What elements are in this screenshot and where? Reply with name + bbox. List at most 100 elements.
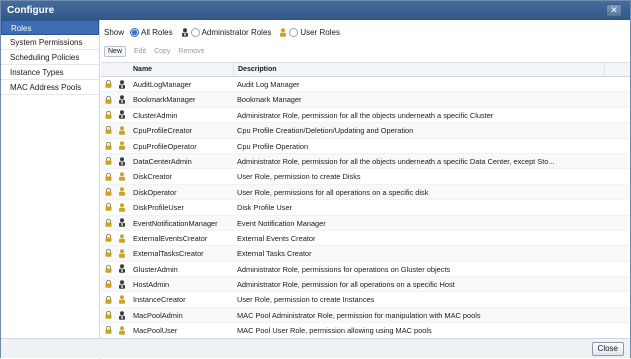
edit-button[interactable]: Edit <box>134 48 146 55</box>
close-icon[interactable]: ✕ <box>606 4 622 17</box>
table-row[interactable]: ClusterAdmin Administrator Role, permissi… <box>101 108 630 124</box>
row-extra-cell <box>604 169 630 183</box>
table-row[interactable]: CpuProfileOperator Cpu Profile Operation <box>101 139 630 154</box>
role-name: ClusterAdmin <box>133 110 178 120</box>
close-button[interactable]: Close <box>591 342 624 356</box>
table-body: AuditLogManager Audit Log Manager Bookmark… <box>101 77 630 338</box>
role-description: External Tasks Creator <box>237 249 312 259</box>
user-role-icon <box>115 292 129 306</box>
lock-icon <box>101 308 115 322</box>
row-extra-cell <box>604 231 630 245</box>
new-button[interactable]: New <box>104 45 127 57</box>
table-row[interactable]: EventNotificationManager Event Notificati… <box>101 215 630 231</box>
lock-icon <box>101 231 115 245</box>
table-row[interactable]: InstanceCreator User Role, permission to … <box>101 292 630 308</box>
description-column-header[interactable]: Description <box>233 63 604 76</box>
user-roles-radio[interactable] <box>289 27 299 37</box>
row-extra-cell <box>604 200 630 214</box>
role-description: External Events Creator <box>237 233 316 243</box>
role-name: EventNotificationManager <box>133 218 218 228</box>
role-description: MAC Pool User Role, permission allowing … <box>237 326 432 336</box>
role-name: BookmarkManager <box>133 95 196 105</box>
name-column-header[interactable]: Name <box>129 63 233 76</box>
role-description: Event Notification Manager <box>237 218 326 228</box>
admin-role-icon <box>115 154 129 168</box>
admin-role-icon <box>115 108 129 122</box>
all-roles-label[interactable]: All Roles <box>141 28 173 37</box>
user-role-icon <box>115 231 129 245</box>
role-name: CpuProfileOperator <box>133 141 197 151</box>
role-description: Bookmark Manager <box>237 95 302 105</box>
role-name: DiskOperator <box>133 187 177 197</box>
remove-button[interactable]: Remove <box>178 48 204 55</box>
lock-icon <box>101 108 115 122</box>
configure-dialog: Configure ✕ Roles System Permissions Sch… <box>0 0 631 359</box>
row-extra-cell <box>604 246 630 260</box>
role-description: Administrator Role, permissions for oper… <box>237 264 451 274</box>
table-row[interactable]: MacPoolUser MAC Pool User Role, permissio… <box>101 323 630 338</box>
roles-table: Name Description AuditLogManager Audit Lo… <box>101 62 630 338</box>
admin-roles-label[interactable]: Administrator Roles <box>202 28 272 37</box>
table-row[interactable]: ExternalEventsCreator External Events Cre… <box>101 231 630 247</box>
sidebar-item-mac-address-pools[interactable]: MAC Address Pools <box>1 80 99 95</box>
show-label: Show <box>104 27 125 37</box>
role-description: User Role, permission to create Instance… <box>237 295 375 305</box>
lock-icon <box>101 277 115 291</box>
row-extra-cell <box>604 77 630 91</box>
role-name: ExternalEventsCreator <box>133 233 208 243</box>
dialog-footer: Close <box>1 338 630 358</box>
row-extra-cell <box>604 292 630 306</box>
table-row[interactable]: CpuProfileCreator Cpu Profile Creation/De… <box>101 123 630 139</box>
table-row[interactable]: MacPoolAdmin MAC Pool Administrator Role,… <box>101 307 630 324</box>
lock-icon <box>101 262 115 276</box>
role-description: Cpu Profile Operation <box>237 141 309 151</box>
table-header: Name Description <box>101 63 630 77</box>
table-row[interactable]: DiskCreator User Role, permission to crea… <box>101 169 630 185</box>
table-row[interactable]: ExternalTasksCreator External Tasks Creat… <box>101 246 630 262</box>
row-extra-cell <box>604 323 630 337</box>
table-row[interactable]: BookmarkManager Bookmark Manager <box>101 92 630 108</box>
user-role-icon <box>115 246 129 260</box>
row-extra-cell <box>604 277 630 291</box>
table-row[interactable]: DiskProfileUser Disk Profile User <box>101 200 630 216</box>
user-role-icon <box>115 185 129 199</box>
user-role-icon <box>115 323 129 337</box>
row-extra-cell <box>604 108 630 122</box>
table-row[interactable]: DataCenterAdmin Administrator Role, permi… <box>101 153 630 170</box>
user-roles-label[interactable]: User Roles <box>300 28 340 37</box>
sidebar-item-scheduling-policies[interactable]: Scheduling Policies <box>1 50 99 65</box>
lock-column-header <box>101 63 115 76</box>
role-name: MacPoolUser <box>133 326 178 336</box>
table-row[interactable]: GlusterAdmin Administrator Role, permissi… <box>101 262 630 278</box>
role-name: CpuProfileCreator <box>133 126 193 136</box>
row-extra-cell <box>604 139 630 153</box>
sidebar-item-roles[interactable]: Roles <box>1 20 99 35</box>
lock-icon <box>101 185 115 199</box>
row-extra-cell <box>604 308 630 322</box>
role-description: User Role, permission to create Disks <box>237 172 361 182</box>
role-name: AuditLogManager <box>133 80 192 89</box>
role-description: Disk Profile User <box>237 203 293 213</box>
lock-icon <box>101 246 115 260</box>
user-role-icon <box>279 27 287 37</box>
lock-icon <box>101 139 115 153</box>
lock-icon <box>101 200 115 214</box>
table-row[interactable]: HostAdmin Administrator Role, permission … <box>101 277 630 293</box>
role-name: ExternalTasksCreator <box>133 249 204 259</box>
sidebar-item-instance-types[interactable]: Instance Types <box>1 65 99 80</box>
admin-role-icon <box>115 77 129 91</box>
role-description: Administrator Role, permission for all t… <box>237 156 555 166</box>
role-name: GlusterAdmin <box>133 264 178 274</box>
copy-button[interactable]: Copy <box>154 48 170 55</box>
admin-roles-radio[interactable] <box>190 27 200 37</box>
table-row[interactable]: DiskOperator User Role, permissions for a… <box>101 184 630 201</box>
roles-panel: Show All Roles Administrator Roles User … <box>101 20 630 338</box>
sidebar-item-system-permissions[interactable]: System Permissions <box>1 35 99 50</box>
role-name: DataCenterAdmin <box>133 156 192 166</box>
user-role-icon <box>115 200 129 214</box>
lock-icon <box>101 323 115 337</box>
table-row[interactable]: AuditLogManager Audit Log Manager <box>101 77 630 93</box>
all-roles-radio[interactable] <box>130 27 140 37</box>
row-extra-cell <box>604 185 630 199</box>
role-name: DiskProfileUser <box>133 203 184 213</box>
